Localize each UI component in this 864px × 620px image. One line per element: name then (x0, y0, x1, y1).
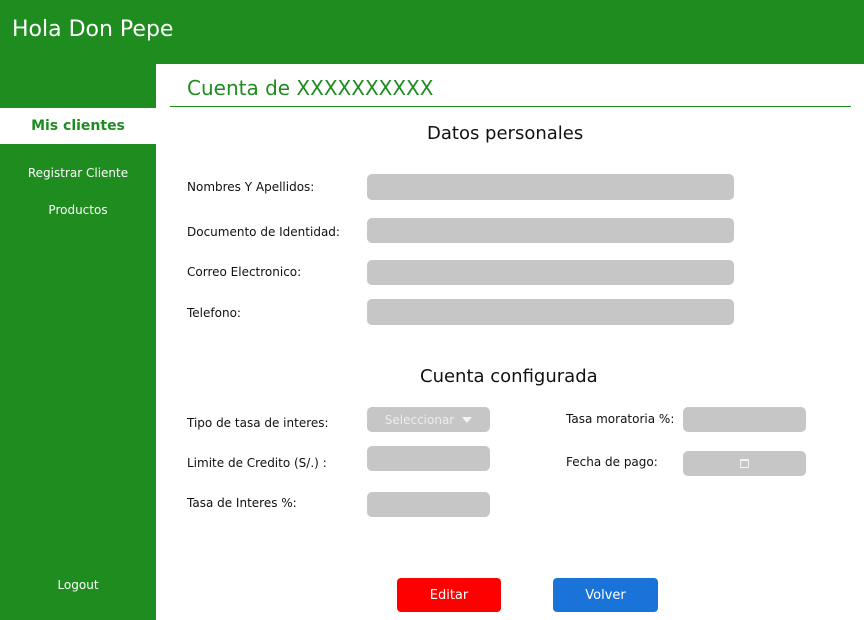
payment-date-label: Fecha de pago: (566, 455, 658, 469)
document-field[interactable] (367, 218, 734, 243)
title-divider (170, 106, 851, 107)
rate-type-value: Seleccionar (384, 412, 455, 427)
rate-type-select[interactable]: Seleccionar (367, 407, 490, 432)
phone-field[interactable] (367, 299, 734, 325)
caret-down-icon (462, 416, 473, 423)
late-rate-field[interactable] (683, 407, 806, 432)
logout-link[interactable]: Logout (0, 578, 156, 592)
credit-limit-label: Limite de Credito (S/.) : (187, 456, 327, 470)
page-title: Cuenta de XXXXXXXXXX (187, 76, 434, 100)
phone-label: Telefono: (187, 306, 241, 320)
document-label: Documento de Identidad: (187, 225, 340, 239)
sidebar: Mis clientes Registrar Cliente Productos… (0, 64, 156, 620)
personal-section-title: Datos personales (427, 123, 584, 144)
edit-button[interactable]: Editar (397, 578, 501, 612)
sidebar-item-productos[interactable]: Productos (0, 203, 156, 217)
interest-rate-field[interactable] (367, 492, 490, 517)
sidebar-item-registrar-cliente[interactable]: Registrar Cliente (0, 166, 156, 180)
calendar-icon (740, 459, 749, 468)
top-bar: Hola Don Pepe (0, 0, 864, 64)
late-rate-label: Tasa moratoria %: (566, 412, 675, 426)
payment-date-field[interactable] (683, 451, 806, 476)
sidebar-item-mis-clientes[interactable]: Mis clientes (0, 108, 156, 144)
credit-limit-field[interactable] (367, 446, 490, 471)
email-field[interactable] (367, 260, 734, 285)
rate-type-label: Tipo de tasa de interes: (187, 416, 329, 430)
name-field[interactable] (367, 174, 734, 200)
interest-rate-label: Tasa de Interes %: (187, 496, 297, 510)
email-label: Correo Electronico: (187, 265, 302, 279)
account-section-title: Cuenta configurada (420, 366, 598, 387)
back-button[interactable]: Volver (553, 578, 658, 612)
name-label: Nombres Y Apellidos: (187, 180, 315, 194)
app-title: Hola Don Pepe (12, 17, 174, 42)
